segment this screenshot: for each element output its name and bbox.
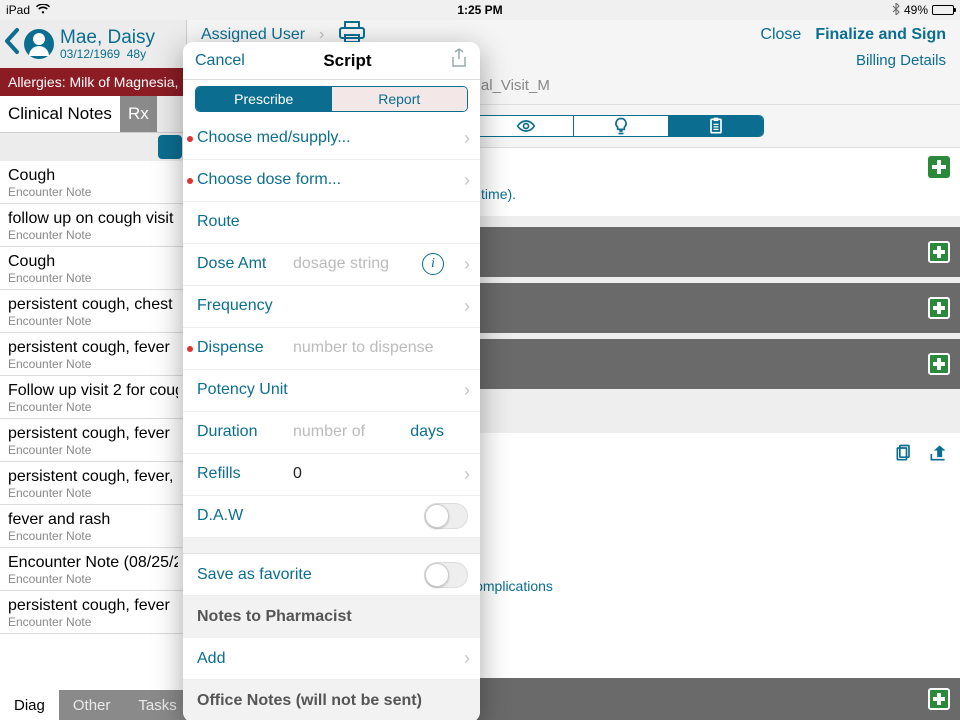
add-procedure-button[interactable] — [928, 297, 950, 319]
note-item[interactable]: Follow up visit 2 for cougEncounter Note — [0, 376, 186, 419]
chevron-right-icon: › — [464, 128, 470, 149]
seg-report[interactable]: Report — [332, 87, 468, 111]
assigned-user-link[interactable]: Assigned User — [201, 26, 305, 44]
device-label: iPad — [6, 3, 30, 17]
patient-name[interactable]: Mae, Daisy — [60, 28, 155, 47]
note-item[interactable]: Encounter Note (08/25/20Encounter Note — [0, 548, 186, 591]
route-row[interactable]: Route — [183, 202, 480, 244]
tab-diag[interactable]: Diag — [0, 690, 59, 720]
seg-prescribe[interactable]: Prescribe — [196, 87, 332, 111]
chevron-right-icon: › — [464, 254, 470, 275]
dispense-row[interactable]: Dispensenumber to dispense — [183, 328, 480, 370]
note-item[interactable]: follow up on cough visit 3Encounter Note — [0, 204, 186, 247]
chevron-right-icon: › — [464, 464, 470, 485]
copy-icon[interactable] — [880, 443, 914, 468]
choose-dose-row[interactable]: Choose dose form...› — [183, 160, 480, 202]
tab-rx[interactable]: Rx — [120, 96, 157, 132]
notes-type-tabs: Clinical Notes Rx — [0, 96, 186, 133]
save-favorite-row[interactable]: Save as favorite — [183, 554, 480, 596]
allergy-bar[interactable]: Allergies: Milk of Magnesia, — [0, 68, 186, 96]
notes-list[interactable]: CoughEncounter Note follow up on cough v… — [0, 161, 186, 690]
prescribe-report-segment: Prescribe Report — [195, 86, 468, 112]
add-radiology-button[interactable] — [928, 353, 950, 375]
add-lab-button[interactable] — [928, 241, 950, 263]
finalize-sign-link[interactable]: Finalize and Sign — [815, 26, 946, 44]
export-icon[interactable] — [450, 48, 468, 73]
notes-pharmacist-header: Notes to Pharmacist — [183, 596, 480, 638]
ios-statusbar: iPad 1:25 PM 49% — [0, 0, 960, 20]
tab-clinical-notes[interactable]: Clinical Notes — [0, 96, 120, 132]
script-popover: Cancel Script Prescribe Report Choose me… — [183, 42, 480, 720]
note-item[interactable]: persistent cough, feverEncounter Note — [0, 419, 186, 462]
patient-demographics: 03/12/1969 48y — [60, 47, 155, 61]
office-notes-header: Office Notes (will not be sent) — [183, 680, 480, 720]
billing-details-link[interactable]: Billing Details — [856, 52, 946, 69]
cancel-button[interactable]: Cancel — [195, 52, 245, 70]
duration-row[interactable]: Durationnumber ofdays — [183, 412, 480, 454]
add-note-button[interactable] — [158, 135, 182, 159]
refills-row[interactable]: Refills0› — [183, 454, 480, 496]
potency-row[interactable]: Potency Unit› — [183, 370, 480, 412]
add-assessment-button[interactable] — [928, 688, 950, 710]
clock: 1:25 PM — [457, 3, 502, 17]
battery-icon — [932, 5, 954, 15]
seg-eye[interactable] — [479, 116, 574, 135]
daw-row[interactable]: D.A.W — [183, 496, 480, 538]
note-item[interactable]: persistent cough, fever, raEncounter Not… — [0, 462, 186, 505]
note-item[interactable]: persistent cough, feverEncounter Note — [0, 333, 186, 376]
note-item[interactable]: persistent cough, chest pEncounter Note — [0, 290, 186, 333]
required-dot-icon — [187, 136, 193, 142]
frequency-row[interactable]: Frequency› — [183, 286, 480, 328]
chevron-right-icon: › — [464, 648, 470, 669]
note-item[interactable]: CoughEncounter Note — [0, 247, 186, 290]
left-panel: Mae, Daisy 03/12/1969 48y Allergies: Mil… — [0, 20, 186, 720]
required-dot-icon — [187, 178, 193, 184]
back-button[interactable] — [2, 26, 22, 62]
chevron-right-icon: › — [464, 170, 470, 191]
info-icon[interactable]: i — [422, 253, 444, 275]
note-item[interactable]: CoughEncounter Note — [0, 161, 186, 204]
seg-clipboard[interactable] — [669, 116, 763, 135]
add-note-row[interactable]: Add› — [183, 638, 480, 680]
tab-other[interactable]: Other — [59, 690, 125, 720]
add-prescription-button[interactable] — [928, 156, 950, 178]
chevron-right-icon: › — [464, 380, 470, 401]
chevron-right-icon: › — [464, 296, 470, 317]
favorite-toggle[interactable] — [424, 562, 468, 588]
wifi-icon — [36, 3, 50, 17]
required-dot-icon — [187, 346, 193, 352]
seg-bulb[interactable] — [574, 116, 669, 135]
note-item[interactable]: fever and rashEncounter Note — [0, 505, 186, 548]
battery-pct: 49% — [904, 3, 928, 17]
bluetooth-icon — [892, 3, 900, 18]
chevron-right-icon: › — [319, 26, 324, 44]
note-item[interactable]: persistent cough, feverEncounter Note — [0, 591, 186, 634]
daw-toggle[interactable] — [424, 503, 468, 529]
bottom-tab-bar: Diag Other Tasks — [0, 690, 186, 720]
patient-avatar-icon[interactable] — [24, 29, 54, 59]
popover-title: Script — [245, 51, 450, 71]
dose-amt-row[interactable]: Dose Amtdosage stringi› — [183, 244, 480, 286]
close-link[interactable]: Close — [760, 26, 801, 44]
patient-header: Mae, Daisy 03/12/1969 48y — [0, 20, 186, 68]
choose-med-row[interactable]: Choose med/supply...› — [183, 118, 480, 160]
share-icon[interactable] — [914, 443, 948, 468]
tab-tasks[interactable]: Tasks — [124, 690, 190, 720]
